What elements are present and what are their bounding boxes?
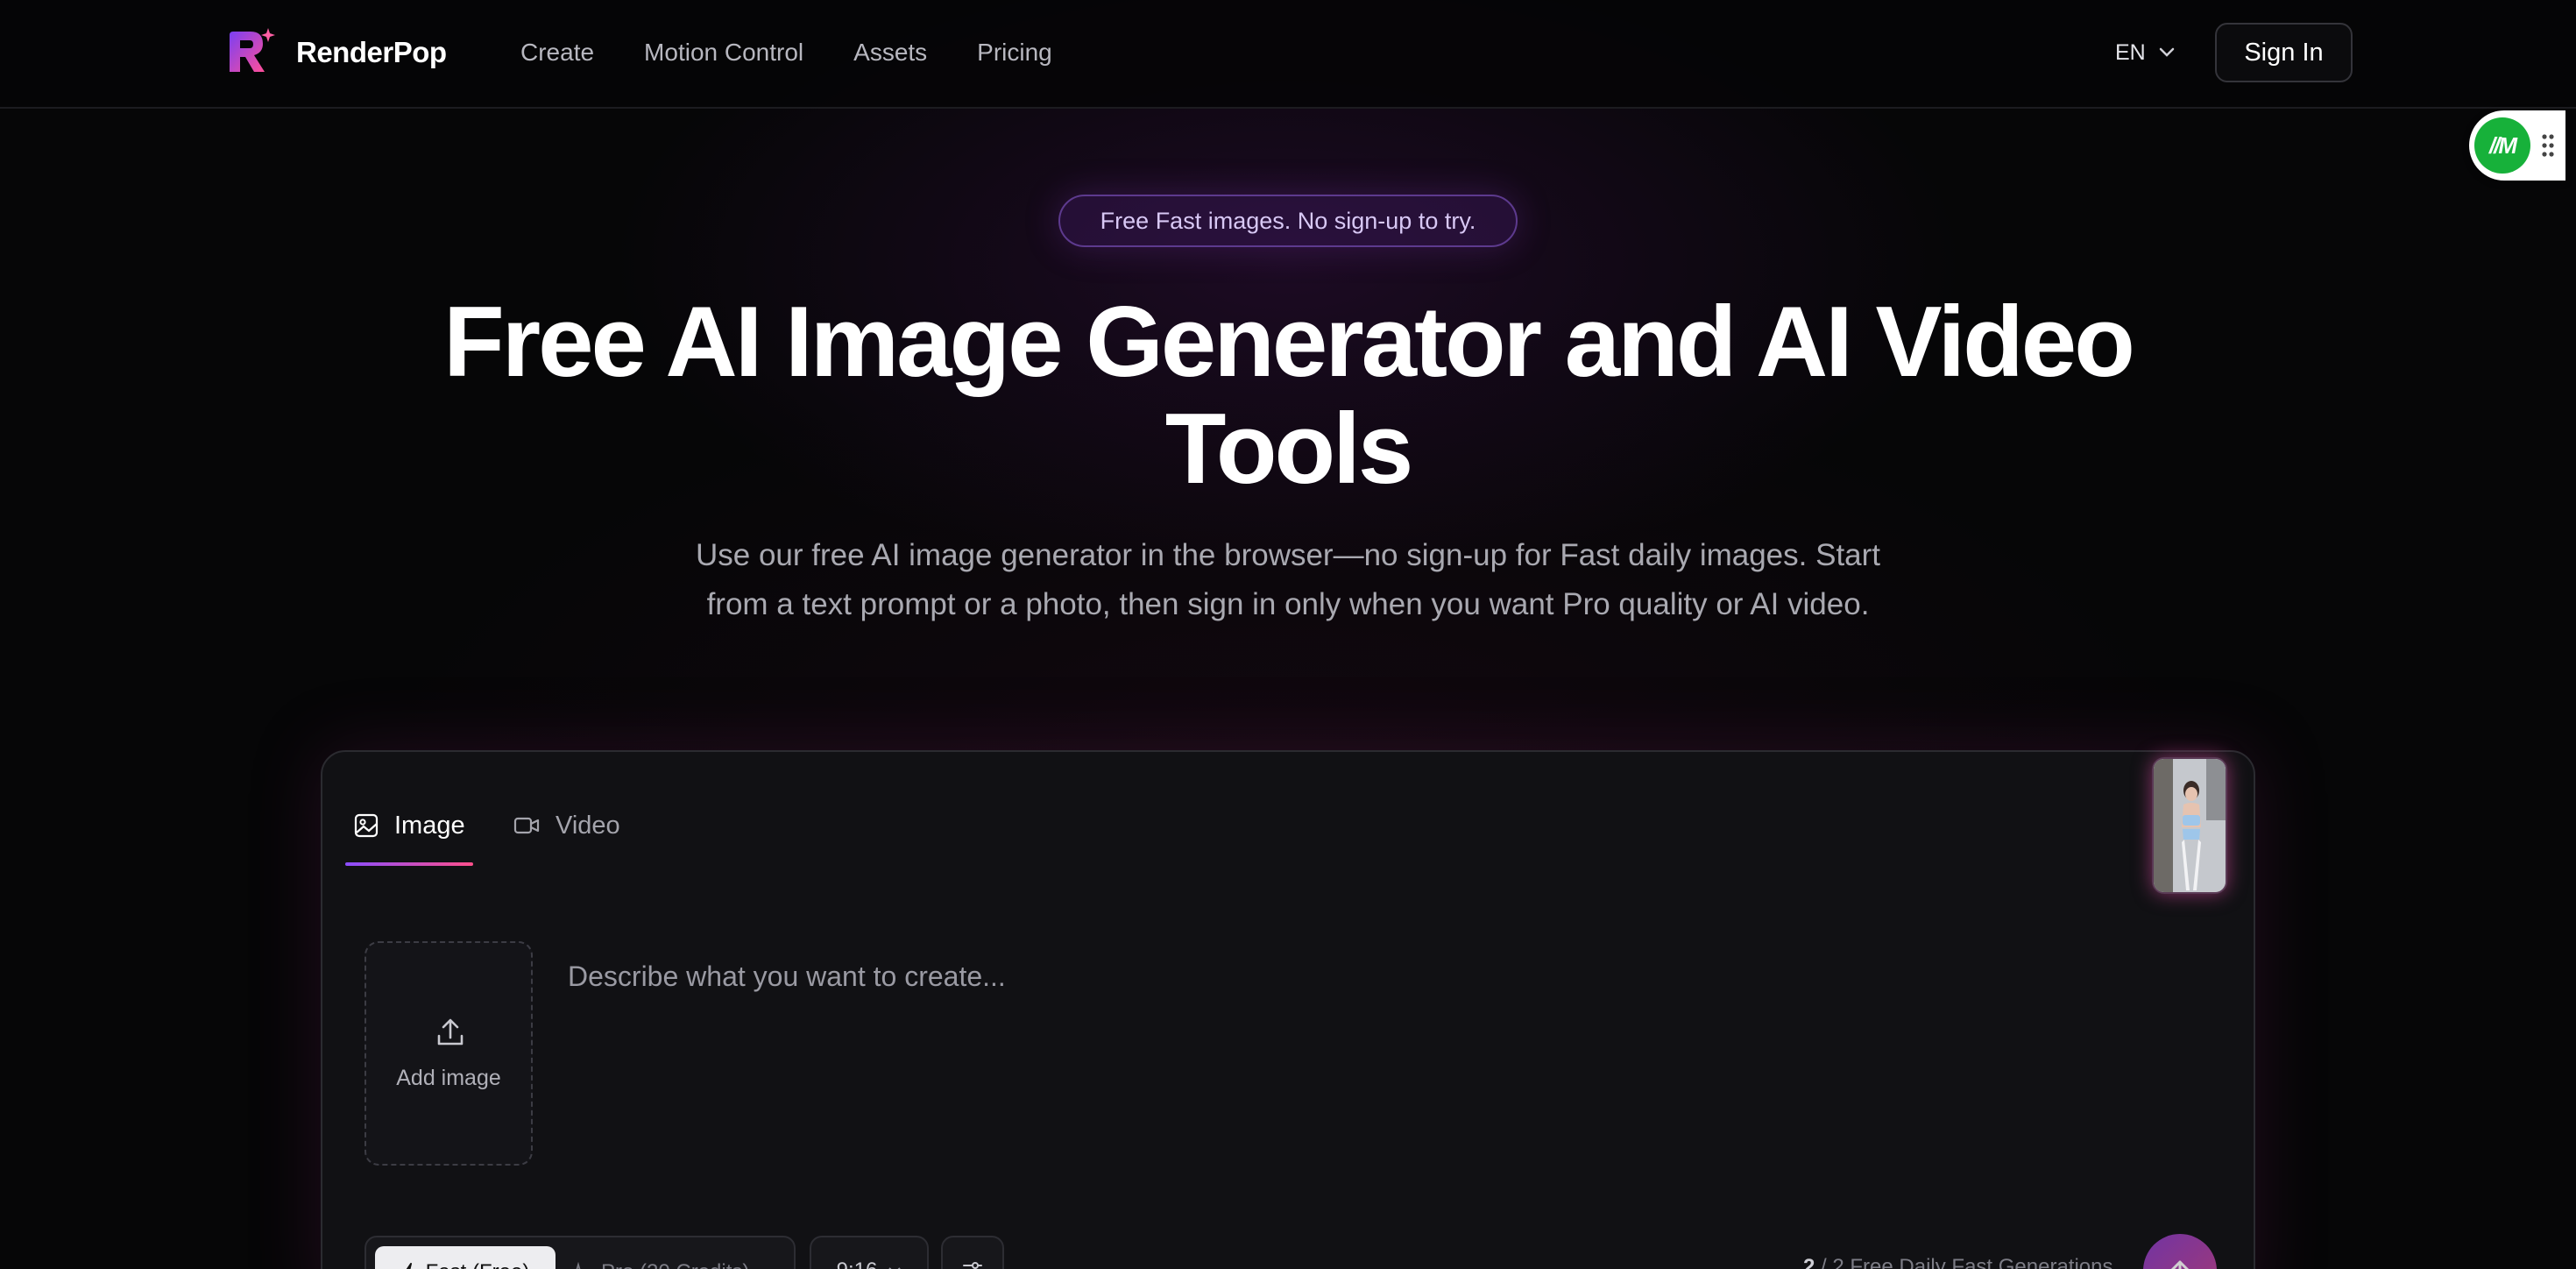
top-nav-bar: RenderPop Create Motion Control Assets P… <box>0 0 2576 109</box>
quality-mode-toggle: Fast (Free) Pro (20 Credits) <box>364 1236 796 1269</box>
generations-used: 2 <box>1803 1255 1815 1269</box>
tab-video[interactable]: Video <box>513 808 620 843</box>
drag-handle-icon[interactable] <box>2541 133 2555 158</box>
floating-extension-widget[interactable]: //M <box>2469 110 2565 181</box>
chevron-down-icon <box>2159 47 2174 57</box>
brand-name: RenderPop <box>296 36 447 68</box>
lightning-icon <box>406 1263 412 1269</box>
hero-title: Free AI Image Generator and AI Video Too… <box>443 287 2135 505</box>
example-thumbnail[interactable] <box>2152 757 2227 894</box>
extension-badge-icon[interactable]: //M <box>2474 117 2530 174</box>
send-arrow-icon <box>2170 1260 2190 1269</box>
add-image-dropzone[interactable]: Add image <box>364 941 533 1166</box>
active-tab-indicator <box>345 862 473 866</box>
tab-image-label: Image <box>394 812 465 840</box>
main-nav: Create Motion Control Assets Pricing <box>520 35 1102 70</box>
nav-item-create[interactable]: Create <box>520 35 594 70</box>
promo-pill: Free Fast images. No sign-up to try. <box>1058 195 1518 247</box>
sliders-icon <box>963 1262 982 1269</box>
daily-generations-counter: 2 / 2 Free Daily Fast Generations <box>1803 1255 2113 1269</box>
advanced-settings-button[interactable] <box>941 1236 1004 1269</box>
mode-pro-button[interactable]: Pro (20 Credits) <box>570 1246 789 1269</box>
generate-button[interactable] <box>2143 1234 2217 1269</box>
mode-fast-label: Fast (Free) <box>426 1260 530 1269</box>
mode-pro-label: Pro (20 Credits) <box>601 1260 749 1269</box>
generations-limit-text: / 2 Free Daily Fast Generations <box>1821 1255 2113 1269</box>
aspect-ratio-select[interactable]: 9:16 <box>810 1236 929 1269</box>
generator-card: Image Video Add image Describe what you … <box>321 750 2255 1269</box>
upload-icon <box>437 1018 464 1046</box>
hero-subtitle: Use our free AI image generator in the b… <box>695 538 1881 621</box>
mode-fast-button[interactable]: Fast (Free) <box>375 1246 556 1269</box>
renderpop-logo-icon <box>230 28 275 72</box>
tab-video-label: Video <box>556 812 620 840</box>
sign-in-button[interactable]: Sign In <box>2215 23 2353 82</box>
video-camera-icon <box>513 817 540 834</box>
page: RenderPop Create Motion Control Assets P… <box>0 0 2576 1269</box>
prompt-input[interactable] <box>568 950 2215 1003</box>
sparkles-icon <box>576 1262 581 1269</box>
nav-item-pricing[interactable]: Pricing <box>977 35 1052 70</box>
tab-image[interactable]: Image <box>354 808 465 843</box>
person-photo-image <box>2154 759 2226 892</box>
brand-logo[interactable]: RenderPop <box>224 26 447 79</box>
language-selector[interactable]: EN <box>2115 35 2176 70</box>
aspect-ratio-value: 9:16 <box>837 1258 878 1269</box>
nav-item-motion-control[interactable]: Motion Control <box>644 35 803 70</box>
language-label: EN <box>2115 40 2146 65</box>
image-icon <box>354 813 379 838</box>
add-image-label: Add image <box>396 1066 501 1090</box>
nav-item-assets[interactable]: Assets <box>853 35 927 70</box>
